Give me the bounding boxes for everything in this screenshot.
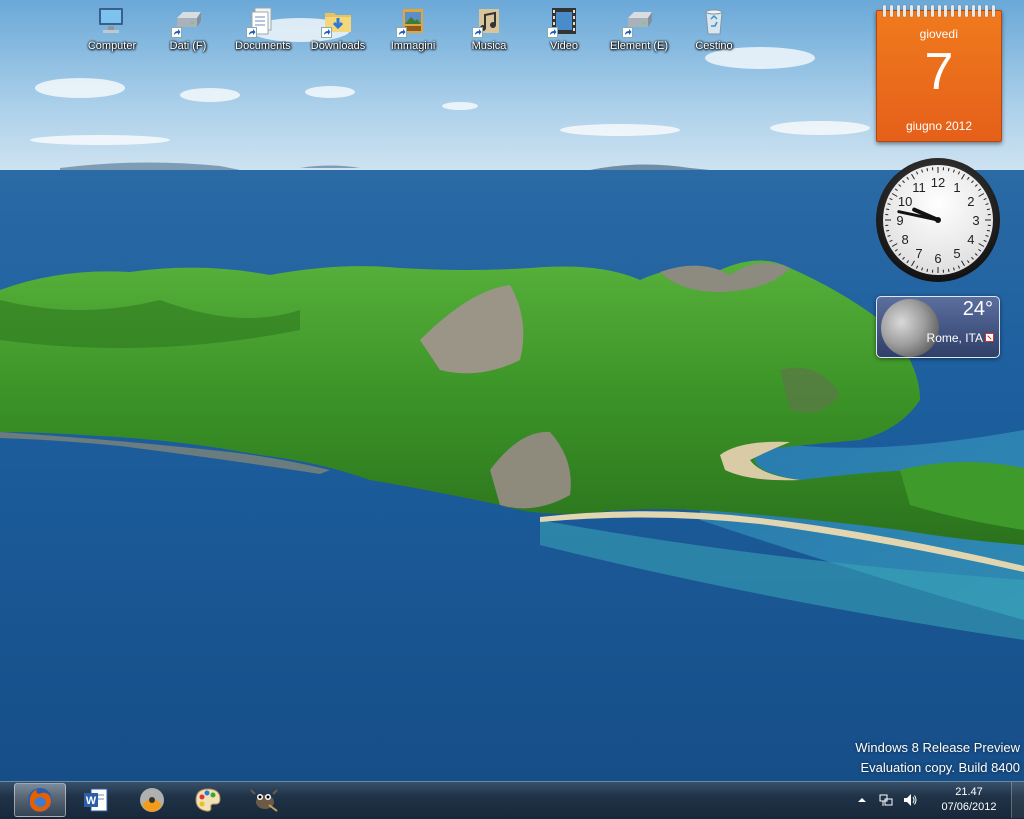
clock-numeral: 7: [915, 246, 922, 261]
music-library-icon: [472, 4, 506, 38]
show-hidden-icons-arrow-icon[interactable]: [854, 792, 870, 808]
drive-icon: [171, 4, 205, 38]
desktop-icon-documents[interactable]: Documents: [225, 4, 301, 64]
clock-tick: [986, 208, 990, 211]
desktop-icon-label: Dati (F): [169, 40, 207, 52]
clock-numeral: 9: [896, 213, 903, 228]
weather-temperature: 24°: [962, 298, 993, 320]
taskbar-time: 21.47: [955, 786, 983, 798]
svg-text:W: W: [86, 795, 97, 807]
weather-gadget[interactable]: 24° Rome, ITA: [876, 296, 1000, 358]
recycle-bin-icon: [697, 4, 731, 38]
gimp-icon: [249, 785, 279, 815]
taskbar-button-firefox[interactable]: [14, 783, 66, 817]
desktop-icon-label: Immagini: [390, 40, 436, 52]
taskbar-date: 07/06/2012: [941, 801, 997, 813]
videos-library-icon: [547, 4, 581, 38]
desktop-wallpaper: [0, 0, 1024, 781]
desktop-icon-label: Cestino: [695, 40, 733, 52]
word-icon: W: [81, 785, 111, 815]
desktop-icon-label: Computer: [87, 40, 137, 52]
watermark-build: Evaluation copy. Build 8400: [860, 760, 1020, 775]
clock-tick: [926, 268, 929, 272]
shortcut-arrow-icon: [321, 27, 332, 38]
clock-numeral: 2: [967, 194, 974, 209]
clock-numeral: 5: [953, 246, 960, 261]
clock-numeral: 6: [934, 251, 941, 266]
desktop-icon-dati-f[interactable]: Dati (F): [150, 4, 226, 64]
pictures-library-icon: [396, 4, 430, 38]
desktop-icon-musica[interactable]: Musica: [451, 4, 527, 64]
desktop-icon-downloads[interactable]: Downloads: [300, 4, 376, 64]
clock-tick: [947, 168, 950, 172]
taskbar-button-paint-palette[interactable]: [182, 783, 234, 817]
taskbar-button-disc-burner[interactable]: [126, 783, 178, 817]
analog-clock-face: 12 12 3 45678 9 1011: [876, 158, 1000, 282]
desktop-icon-label: Downloads: [310, 40, 366, 52]
desktop-icon-video[interactable]: Video: [526, 4, 602, 64]
clock-numeral: 11: [912, 180, 926, 195]
taskbar: W 21.47 07/06/2012: [0, 781, 1024, 819]
firefox-icon: [25, 785, 55, 815]
shortcut-arrow-icon: [547, 27, 558, 38]
moon-icon: [881, 299, 939, 357]
clock-numeral: 10: [898, 194, 912, 209]
shortcut-arrow-icon: [246, 27, 257, 38]
show-desktop-button[interactable]: [1011, 782, 1024, 818]
desktop-icon-element-e[interactable]: Element (E): [601, 4, 677, 64]
shortcut-arrow-icon: [171, 27, 182, 38]
windows-watermark: Windows 8 Release Preview Evaluation cop…: [855, 738, 1020, 778]
clock-numeral: 8: [901, 232, 908, 247]
desktop-icon-label: Video: [550, 40, 578, 52]
system-tray: 21.47 07/06/2012: [844, 782, 1024, 818]
desktop-icon-label: Musica: [471, 40, 507, 52]
documents-library-icon: [246, 4, 280, 38]
taskbar-button-word[interactable]: W: [70, 783, 122, 817]
clock-tick: [986, 229, 990, 232]
desktop-icon-label: Documents: [235, 40, 291, 52]
calendar-binding-rings: [883, 5, 995, 17]
calendar-weekday: giovedì: [919, 27, 959, 41]
clock-tick: [947, 268, 950, 272]
clock-tick: [926, 168, 929, 172]
downloads-folder-icon: [321, 4, 355, 38]
clock-numeral: 1: [953, 180, 960, 195]
disc-burner-icon: [137, 785, 167, 815]
clock-numeral: 3: [972, 213, 979, 228]
shortcut-arrow-icon: [472, 27, 483, 38]
desktop-icon-immagini[interactable]: Immagini: [375, 4, 451, 64]
desktop-icon-computer[interactable]: Computer: [74, 4, 150, 64]
calendar-gadget[interactable]: giovedì 7 giugno 2012: [876, 5, 1002, 142]
clock-tick: [886, 229, 890, 232]
drive-icon: [622, 4, 656, 38]
desktop-icon-cestino[interactable]: Cestino: [676, 4, 752, 64]
calendar-month-year: giugno 2012: [905, 119, 973, 133]
calendar-day-number: 7: [924, 43, 954, 101]
clock-tick: [886, 208, 890, 211]
clock-numeral: 12: [931, 175, 945, 190]
computer-icon: [95, 4, 129, 38]
desktop-icon-grid: Computer Dati (F) Documents Downloads Immagi…: [0, 0, 860, 70]
network-icon[interactable]: [878, 792, 894, 808]
volume-icon[interactable]: [902, 792, 918, 808]
taskbar-clock[interactable]: 21.47 07/06/2012: [934, 785, 1004, 815]
clock-gadget[interactable]: 12 1 2 3 4 5 6 7 8 9 10 11: [874, 156, 1002, 284]
taskbar-button-gimp[interactable]: [238, 783, 290, 817]
weather-flag-icon[interactable]: [985, 333, 994, 342]
weather-location: Rome, ITA: [926, 331, 983, 345]
watermark-edition: Windows 8 Release Preview: [855, 740, 1020, 755]
shortcut-arrow-icon: [622, 27, 633, 38]
desktop-icon-label: Element (E): [609, 40, 669, 52]
shortcut-arrow-icon: [396, 27, 407, 38]
clock-numeral: 4: [967, 232, 974, 247]
paint-palette-icon: [193, 785, 223, 815]
